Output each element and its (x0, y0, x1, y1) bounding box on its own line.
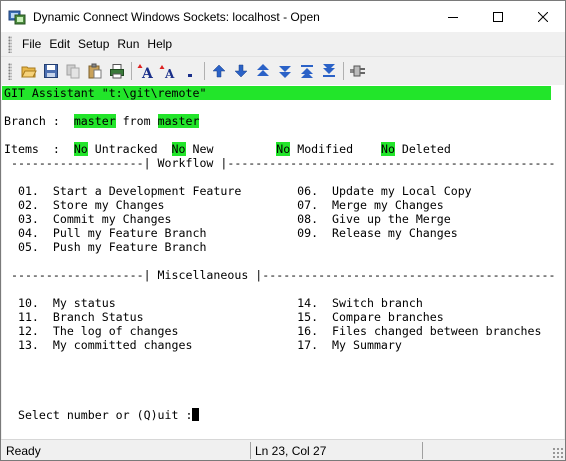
prompt-line[interactable]: Select number or (Q)uit : (4, 408, 200, 422)
workflow-row: 02. Store my Changes 07. Merge my Change… (4, 198, 444, 212)
status-bar: Ready Ln 23, Col 27 (1, 439, 565, 460)
untracked-value: No (73, 142, 88, 156)
toolbar-separator (204, 62, 205, 80)
font-increase-icon: A (137, 64, 154, 79)
scroll-up-button[interactable] (208, 60, 230, 82)
menu-help[interactable]: Help (143, 37, 176, 51)
print-button[interactable] (106, 60, 128, 82)
double-up-icon (257, 64, 269, 76)
terminal-screen[interactable]: GIT Assistant "t:\git\remote" Branch : m… (2, 85, 564, 439)
plug-icon (350, 65, 365, 77)
menu-setup[interactable]: Setup (74, 37, 113, 51)
branch-from-label: from (115, 114, 158, 128)
paste-button[interactable] (84, 60, 106, 82)
branch-line: Branch : master from master (4, 114, 200, 128)
terminal-title-line: GIT Assistant "t:\git\remote" (4, 86, 207, 100)
misc-row: 12. The log of changes 16. Files changed… (4, 324, 542, 338)
branch-name: master (73, 114, 116, 128)
window-title: Dynamic Connect Windows Sockets: localho… (33, 9, 320, 24)
deleted-value: No (380, 142, 395, 156)
maximize-icon (492, 11, 503, 22)
items-label: Items : (4, 142, 74, 156)
page-down-button[interactable] (274, 60, 296, 82)
small-dot-button[interactable] (179, 60, 201, 82)
menu-run[interactable]: Run (113, 37, 143, 51)
font-decrease-icon: A (159, 65, 175, 79)
workflow-row: 04. Pull my Feature Branch 09. Release m… (4, 226, 458, 240)
menu-bar: File Edit Setup Run Help (1, 32, 565, 57)
bottom-button[interactable] (318, 60, 340, 82)
new-value: No (171, 142, 186, 156)
copy-icon (66, 64, 80, 79)
svg-text:A: A (164, 67, 175, 79)
minimize-icon (447, 16, 458, 18)
toolbar: A A (1, 57, 565, 85)
untracked-label: Untracked (87, 142, 172, 156)
font-increase-button[interactable]: A (135, 60, 157, 82)
svg-text:A: A (141, 66, 154, 79)
workflow-row: 05. Push my Feature Branch (4, 240, 207, 254)
modified-label: Modified (290, 142, 381, 156)
misc-row: 11. Branch Status 15. Compare branches (4, 310, 444, 324)
arrow-up-icon (212, 64, 226, 78)
workflow-header: -------------------| Workflow |---------… (4, 156, 556, 170)
title-bar[interactable]: Dynamic Connect Windows Sockets: localho… (1, 1, 565, 32)
save-disk-icon (44, 64, 58, 78)
status-divider (422, 442, 423, 459)
bottom-icon (323, 64, 335, 77)
prompt-text: Select number or (Q)uit : (4, 408, 193, 422)
app-icon[interactable] (8, 8, 26, 26)
resize-grip[interactable] (552, 447, 563, 458)
misc-row: 10. My status 14. Switch branch (4, 296, 423, 310)
workflow-row: 03. Commit my Changes 08. Give up the Me… (4, 212, 451, 226)
menu-edit[interactable]: Edit (45, 37, 74, 51)
workflow-row: 01. Start a Development Feature 06. Upda… (4, 184, 472, 198)
close-button[interactable] (520, 1, 565, 32)
arrow-down-icon (234, 64, 248, 78)
branch-label: Branch : (4, 114, 74, 128)
items-line: Items : No Untracked No New No Modified … (4, 142, 451, 156)
deleted-label: Deleted (394, 142, 451, 156)
print-icon (110, 64, 124, 79)
open-folder-icon (21, 66, 37, 78)
open-button[interactable] (18, 60, 40, 82)
minimize-button[interactable] (430, 1, 475, 32)
page-up-button[interactable] (252, 60, 274, 82)
connect-button[interactable] (347, 60, 369, 82)
small-dot-icon (188, 74, 192, 77)
cursor-position: Ln 23, Col 27 (255, 444, 327, 458)
misc-row: 13. My committed changes 17. My Summary (4, 338, 402, 352)
status-divider (250, 442, 251, 459)
modified-value: No (276, 142, 291, 156)
double-down-icon (279, 66, 291, 78)
toolbar-grip[interactable] (8, 62, 12, 80)
save-button[interactable] (40, 60, 62, 82)
font-decrease-button[interactable]: A (157, 60, 179, 82)
branch-source: master (157, 114, 200, 128)
text-cursor (192, 408, 200, 421)
misc-header: -------------------| Miscellaneous |----… (4, 268, 556, 282)
paste-icon (88, 63, 102, 79)
top-icon (301, 65, 313, 78)
app-window: Dynamic Connect Windows Sockets: localho… (0, 0, 566, 461)
close-icon (537, 11, 548, 22)
menubar-grip[interactable] (8, 35, 12, 53)
menu-file[interactable]: File (18, 37, 45, 51)
top-button[interactable] (296, 60, 318, 82)
toolbar-separator (343, 62, 344, 80)
maximize-button[interactable] (475, 1, 520, 32)
scroll-down-button[interactable] (230, 60, 252, 82)
status-ready: Ready (6, 444, 41, 458)
new-label: New (185, 142, 277, 156)
copy-button[interactable] (62, 60, 84, 82)
toolbar-separator (131, 62, 132, 80)
